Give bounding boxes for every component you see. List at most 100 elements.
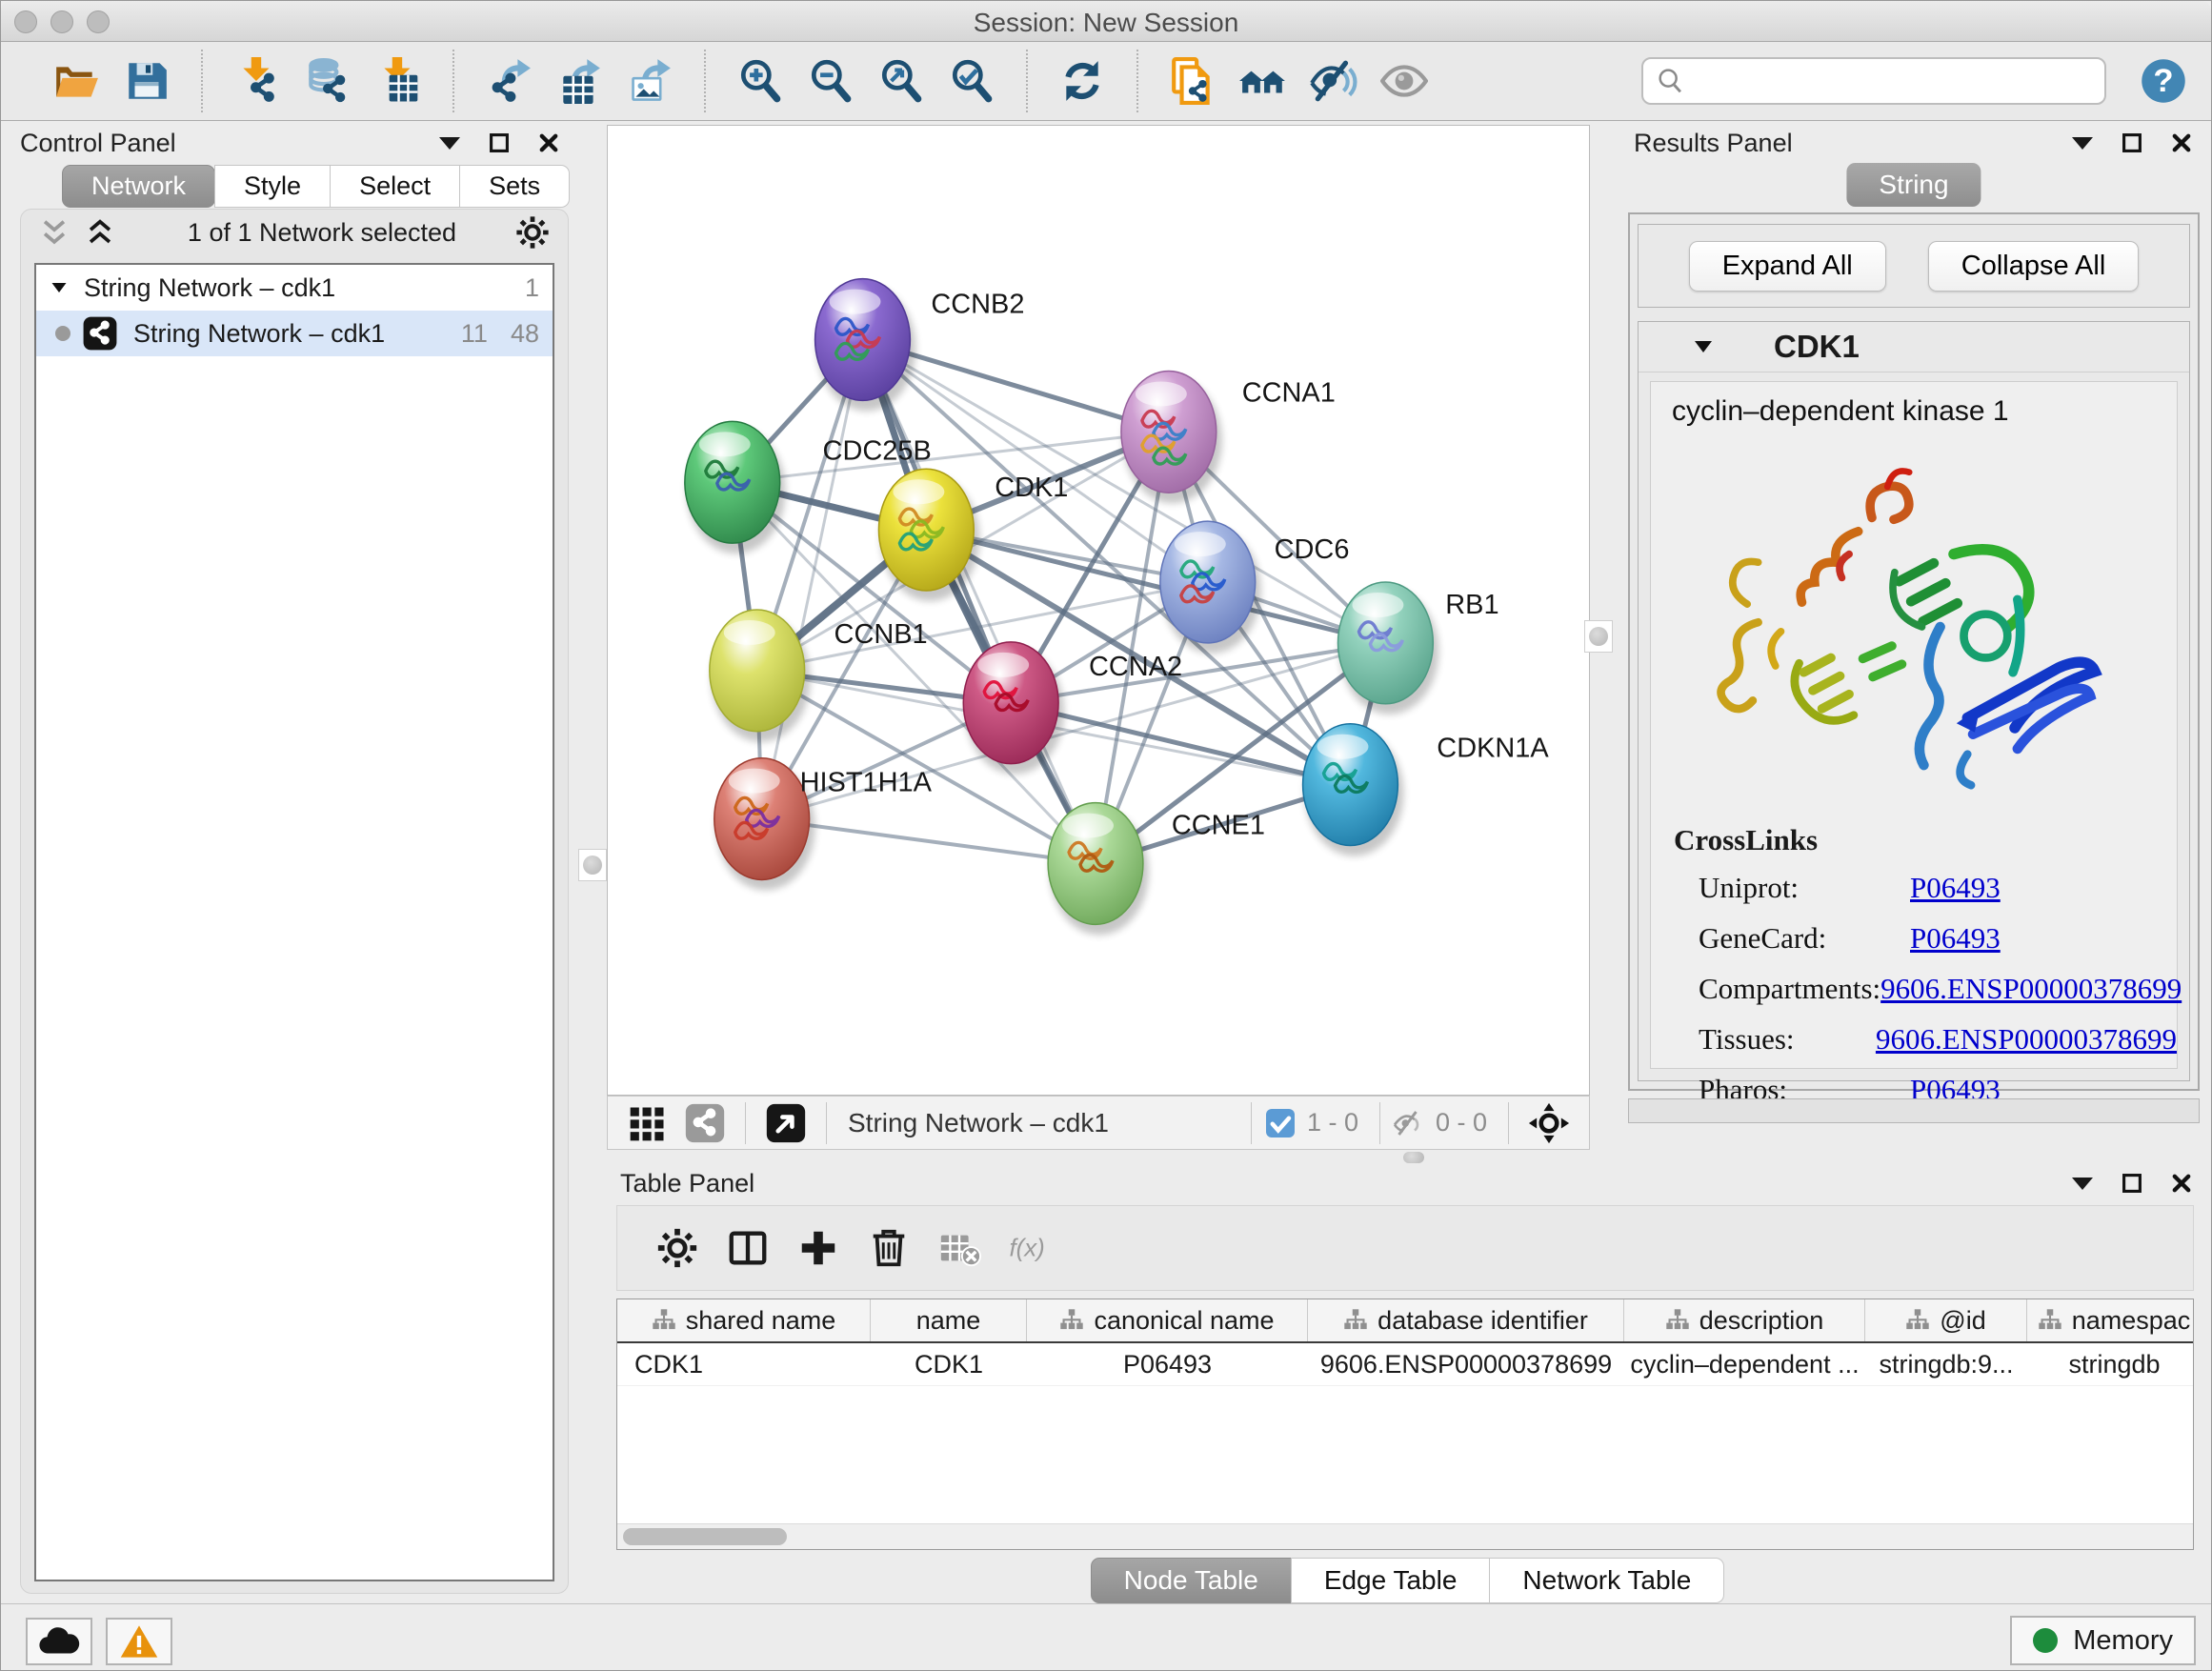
panel-menu-icon[interactable] — [2070, 131, 2095, 155]
tab-sets[interactable]: Sets — [459, 165, 570, 208]
disclosure-triangle-icon[interactable] — [1692, 335, 1715, 358]
string-view-icon[interactable] — [684, 1102, 726, 1144]
column-header-shared-name[interactable]: shared name — [617, 1299, 871, 1341]
table-cell: stringdb:9... — [1865, 1343, 2027, 1385]
column-header-database-identifier[interactable]: database identifier — [1308, 1299, 1624, 1341]
window-title: Session: New Session — [1, 8, 2211, 38]
pan-crosshair-icon[interactable] — [1528, 1102, 1570, 1144]
node-table: shared namenamecanonical namedatabase id… — [616, 1299, 2194, 1550]
table-row[interactable]: CDK1CDK1P064939606.ENSP00000378699cyclin… — [617, 1343, 2193, 1386]
attributes-gear-icon[interactable] — [651, 1221, 704, 1275]
control-panel: Control Panel NetworkStyleSelectSets 1 o… — [7, 125, 574, 1603]
collapse-all-button[interactable]: Collapse All — [1928, 241, 2140, 292]
network-collection-row[interactable]: String Network – cdk1 1 — [36, 265, 553, 311]
tab-network-table[interactable]: Network Table — [1489, 1558, 1724, 1603]
export-image-icon[interactable] — [623, 54, 676, 108]
function-builder-icon: f(x) — [1003, 1221, 1056, 1275]
disclosure-triangle-icon[interactable] — [50, 278, 69, 297]
selected-checkbox-icon[interactable] — [1263, 1106, 1297, 1140]
help-button[interactable]: ? — [2139, 56, 2188, 106]
warnings-button[interactable] — [106, 1618, 172, 1665]
tab-edge-table[interactable]: Edge Table — [1291, 1558, 1491, 1603]
zoom-out-icon[interactable] — [804, 54, 857, 108]
results-content: Expand All Collapse All CDK1 cyclin–depe… — [1628, 212, 2200, 1091]
close-panel-icon[interactable] — [2169, 1171, 2194, 1196]
network-node-CCNE1[interactable]: CCNE1 — [1048, 803, 1265, 936]
tab-style[interactable]: Style — [214, 165, 331, 208]
grid-view-icon[interactable] — [627, 1102, 669, 1144]
search-box[interactable] — [1641, 57, 2106, 105]
network-node-CCNA1[interactable]: CCNA1 — [1121, 371, 1336, 503]
hidden-eye-icon[interactable] — [1392, 1106, 1426, 1140]
float-panel-icon[interactable] — [487, 131, 512, 155]
right-splitter-handle[interactable] — [1584, 620, 1613, 653]
column-header--id[interactable]: @id — [1865, 1299, 2027, 1341]
tab-select[interactable]: Select — [330, 165, 460, 208]
import-table-icon[interactable] — [372, 54, 425, 108]
close-panel-icon[interactable] — [536, 131, 561, 155]
collapse-all-icon[interactable] — [38, 216, 70, 249]
column-header-namespac[interactable]: namespac — [2027, 1299, 2194, 1341]
table-panel: Table Panel f(x) shared namenamecanonica… — [607, 1165, 2207, 1603]
crosslink-link[interactable]: P06493 — [1910, 921, 2001, 956]
delete-column-icon[interactable] — [862, 1221, 915, 1275]
network-canvas[interactable]: CCNB2 CCNA1 CDC25B CDK1 CDC6 RB1 CCNB1 — [607, 125, 1590, 1096]
network-node-CDC6[interactable]: CDC6 — [1160, 521, 1350, 654]
zoom-selected-icon[interactable] — [945, 54, 998, 108]
column-header-name[interactable]: name — [871, 1299, 1027, 1341]
toolbar-separator — [1136, 50, 1138, 112]
birds-eye-view-icon[interactable] — [765, 1102, 807, 1144]
column-header-canonical-name[interactable]: canonical name — [1027, 1299, 1308, 1341]
split-panel-icon[interactable] — [721, 1221, 774, 1275]
search-input[interactable] — [1687, 61, 2093, 101]
float-panel-icon[interactable] — [2120, 131, 2144, 155]
network-options-gear-icon[interactable] — [514, 214, 551, 251]
column-header-description[interactable]: description — [1624, 1299, 1865, 1341]
crosslink-link[interactable]: 9606.ENSP00000378699 — [1876, 1022, 2177, 1057]
network-node-CDKN1A[interactable]: CDKN1A — [1303, 724, 1550, 856]
cytoscape-window: Session: New Session ? Control Panel Net… — [0, 0, 2212, 1671]
tab-string[interactable]: String — [1846, 163, 1981, 207]
clone-network-icon[interactable] — [1166, 54, 1219, 108]
node-label-CDKN1A: CDKN1A — [1437, 734, 1549, 764]
open-session-icon[interactable] — [50, 54, 103, 108]
zoom-in-icon[interactable] — [734, 54, 787, 108]
network-node-CDK1[interactable]: CDK1 — [878, 469, 1068, 601]
table-scrollbar-thumb[interactable] — [623, 1528, 787, 1545]
crosslink-label: Uniprot: — [1699, 871, 1910, 905]
import-network-icon[interactable] — [231, 54, 284, 108]
toolbar-separator — [704, 50, 706, 112]
add-column-icon[interactable] — [792, 1221, 845, 1275]
results-scrollbar-track[interactable] — [1628, 1098, 2200, 1123]
tab-network[interactable]: Network — [62, 165, 215, 208]
network-row[interactable]: String Network – cdk1 11 48 — [36, 311, 553, 356]
cloud-button[interactable] — [26, 1618, 92, 1665]
float-panel-icon[interactable] — [2120, 1171, 2144, 1196]
crosslink-link[interactable]: P06493 — [1910, 871, 2001, 905]
panel-menu-icon[interactable] — [437, 131, 462, 155]
memory-button[interactable]: Memory — [2010, 1616, 2196, 1665]
export-network-icon[interactable] — [482, 54, 535, 108]
expand-all-button[interactable]: Expand All — [1689, 241, 1886, 292]
node-result-header[interactable]: CDK1 — [1639, 322, 2189, 372]
crosslink-link[interactable]: 9606.ENSP00000378699 — [1880, 972, 2182, 1006]
crosslinks-title: CrossLinks — [1674, 823, 2177, 857]
table-scrollbar-track[interactable] — [617, 1523, 2193, 1549]
network-node-RB1[interactable]: RB1 — [1338, 582, 1499, 715]
tab-node-table[interactable]: Node Table — [1091, 1558, 1292, 1603]
zoom-fit-icon[interactable] — [875, 54, 928, 108]
expand-all-icon[interactable] — [84, 216, 116, 249]
refresh-icon[interactable] — [1056, 54, 1109, 108]
import-database-icon[interactable] — [301, 54, 354, 108]
hide-selected-icon[interactable] — [1307, 54, 1360, 108]
horizontal-splitter-handle[interactable] — [1398, 1151, 1430, 1163]
left-splitter-handle[interactable] — [578, 849, 607, 881]
close-panel-icon[interactable] — [2169, 131, 2194, 155]
export-table-icon[interactable] — [553, 54, 606, 108]
save-session-icon[interactable] — [120, 54, 173, 108]
table-tabs: Node TableEdge TableNetwork Table — [607, 1558, 2207, 1603]
first-neighbors-icon[interactable] — [1237, 54, 1290, 108]
panel-menu-icon[interactable] — [2070, 1171, 2095, 1196]
show-all-icon[interactable] — [1377, 54, 1431, 108]
network-node-HIST1H1A[interactable]: HIST1H1A — [714, 758, 933, 891]
